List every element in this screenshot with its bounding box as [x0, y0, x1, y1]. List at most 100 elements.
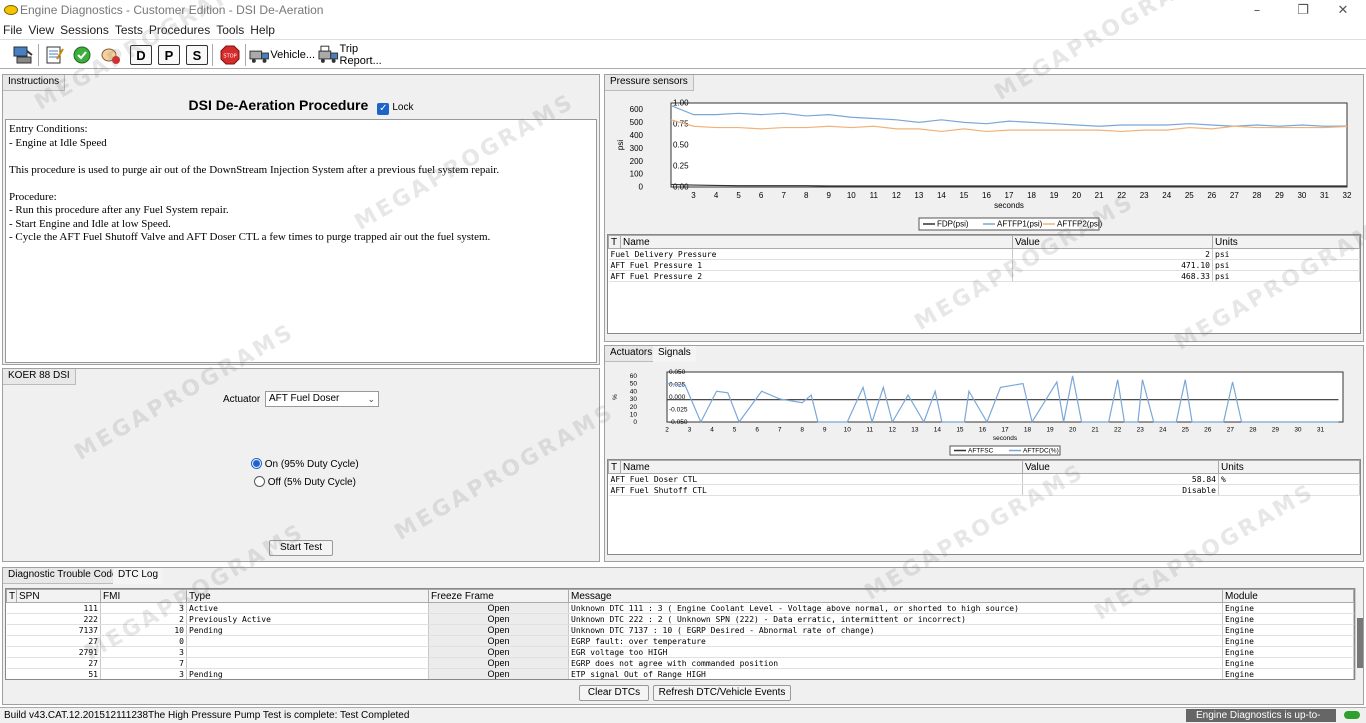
- name-column-header[interactable]: Name: [620, 460, 1023, 474]
- table-row[interactable]: AFT Fuel Pressure 1 471.10 psi: [608, 259, 1360, 271]
- table-row[interactable]: AFT Fuel Doser CTL 58.84%: [608, 473, 1360, 485]
- freeze-frame-open-button[interactable]: Open: [428, 635, 569, 647]
- lock-checkbox[interactable]: ✓: [377, 103, 390, 115]
- x-tick-label: 17: [1005, 191, 1014, 200]
- hand-stop-button[interactable]: [98, 43, 124, 67]
- notes-button[interactable]: [42, 43, 66, 67]
- dtc-message: Unknown DTC 222 : 2 ( Unknown SPN (222) …: [568, 613, 1223, 625]
- row-name: AFT Fuel Doser CTL: [608, 473, 1023, 485]
- radio-on[interactable]: [251, 458, 262, 469]
- close-button[interactable]: ✕: [1328, 2, 1358, 20]
- units-column-header[interactable]: Units: [1212, 235, 1360, 249]
- filter-column-header[interactable]: T: [608, 235, 621, 249]
- tab-instructions[interactable]: Instructions: [3, 75, 66, 91]
- dtc-scrollbar-thumb[interactable]: [1357, 618, 1363, 668]
- menu-view[interactable]: View: [25, 22, 57, 38]
- connect-button[interactable]: [10, 43, 36, 67]
- table-row[interactable]: AFT Fuel Pressure 2 468.33 psi: [608, 270, 1360, 282]
- row-value: 471.10: [1012, 259, 1213, 271]
- freeze-frame-open-button[interactable]: Open: [428, 657, 569, 669]
- freeze-frame-column-header[interactable]: Freeze Frame: [428, 589, 569, 603]
- instruction-line: This procedure is used to purge air out …: [9, 163, 500, 176]
- p-button[interactable]: P: [158, 45, 180, 65]
- table-row[interactable]: 51 3 Pending Open ETP signal Out of Range HI…: [6, 668, 1354, 679]
- x-tick-label: 12: [889, 427, 897, 434]
- legend-label: AFTFSC: [968, 448, 994, 455]
- radio-on-row[interactable]: On (95% Duty Cycle): [251, 458, 359, 470]
- legend-label: AFTFDC(%): [1023, 448, 1059, 455]
- dtc-table-header: T SPN FMI Type Freeze Frame Message Modu…: [6, 589, 1354, 603]
- instruction-line: - Cycle the AFT Fuel Shutoff Valve and A…: [9, 231, 491, 243]
- restore-button[interactable]: ❐: [1288, 2, 1318, 20]
- tab-diagnostic-trouble-codes[interactable]: Diagnostic Trouble Codes: [3, 568, 129, 584]
- tab-dtc-log[interactable]: DTC Log: [113, 568, 164, 584]
- filter-column-header[interactable]: T: [608, 460, 621, 474]
- value-column-header[interactable]: Value: [1022, 460, 1219, 474]
- dtc-spn: 2791: [6, 646, 101, 658]
- dtc-fmi: 10: [100, 624, 187, 636]
- spn-column-header[interactable]: SPN: [16, 589, 101, 603]
- instruction-line: - Run this procedure after any Fuel Syst…: [9, 204, 229, 216]
- table-row[interactable]: 111 3 Active Open Unknown DTC 111 : 3 ( Engi…: [6, 602, 1354, 614]
- dtc-message: Unknown DTC 7137 : 10 ( EGRP Desired - A…: [568, 624, 1223, 636]
- type-column-header[interactable]: Type: [186, 589, 429, 603]
- table-row[interactable]: 222 2 Previously Active Open Unknown DTC 222…: [6, 613, 1354, 625]
- row-units: [1218, 484, 1360, 496]
- units-column-header[interactable]: Units: [1218, 460, 1360, 474]
- actuator-select[interactable]: AFT Fuel Doser ⌄: [265, 391, 379, 407]
- s-button[interactable]: S: [186, 45, 208, 65]
- dtc-module: Engine: [1222, 624, 1354, 636]
- filter-column-header[interactable]: T: [6, 589, 17, 603]
- freeze-frame-open-button[interactable]: Open: [428, 613, 569, 625]
- freeze-frame-open-button[interactable]: Open: [428, 668, 569, 679]
- name-column-header[interactable]: Name: [620, 235, 1013, 249]
- dtc-scrollbar[interactable]: [1355, 588, 1363, 680]
- tab-koer[interactable]: KOER 88 DSI: [3, 369, 76, 385]
- radio-off-row[interactable]: Off (5% Duty Cycle): [254, 476, 356, 488]
- row-value: 468.33: [1012, 270, 1213, 282]
- table-row[interactable]: 7137 10 Pending Open Unknown DTC 7137 : 10 (…: [6, 624, 1354, 636]
- tab-signals[interactable]: Signals: [653, 346, 696, 362]
- check-button[interactable]: [70, 43, 94, 67]
- tab-pressure-sensors[interactable]: Pressure sensors: [605, 75, 694, 91]
- freeze-frame-open-button[interactable]: Open: [428, 602, 569, 614]
- menu-tests[interactable]: Tests: [112, 22, 146, 38]
- actuators-panel: Actuators Signals 0 10 20 30 40 50 60 -0.050 -0.…: [604, 345, 1364, 562]
- minimize-button[interactable]: –: [1242, 2, 1272, 20]
- module-column-header[interactable]: Module: [1222, 589, 1354, 603]
- table-row[interactable]: Fuel Delivery Pressure 2 psi: [608, 248, 1360, 260]
- row-units: psi: [1212, 248, 1360, 260]
- table-row[interactable]: 27 7 Open EGRP does not agree with commande…: [6, 657, 1354, 669]
- tab-actuators[interactable]: Actuators: [605, 346, 659, 362]
- radio-off[interactable]: [254, 476, 265, 487]
- dtc-type: [186, 635, 429, 647]
- table-row[interactable]: 2791 3 Open EGR voltage too HIGH Engine: [6, 646, 1354, 658]
- start-test-button[interactable]: Start Test: [269, 540, 333, 556]
- message-column-header[interactable]: Message: [568, 589, 1223, 603]
- value-column-header[interactable]: Value: [1012, 235, 1213, 249]
- vehicle-button[interactable]: Vehicle...: [249, 43, 315, 67]
- table-row[interactable]: 27 0 Open EGRP fault: over temperature Engin…: [6, 635, 1354, 647]
- x-tick-label: 10: [844, 427, 852, 434]
- menu-help[interactable]: Help: [247, 22, 278, 38]
- fmi-column-header[interactable]: FMI: [100, 589, 187, 603]
- x-tick-label: 13: [914, 191, 923, 200]
- clear-dtcs-button[interactable]: Clear DTCs: [579, 685, 649, 701]
- toolbar-separator: [38, 44, 39, 66]
- menu-file[interactable]: File: [0, 22, 25, 38]
- x-tick-label: 14: [937, 191, 946, 200]
- menu-sessions[interactable]: Sessions: [57, 22, 112, 38]
- instruction-line: - Engine at Idle Speed: [9, 136, 107, 149]
- x-tick-label: 30: [1297, 191, 1306, 200]
- x-tick-label: 22: [1114, 427, 1122, 434]
- table-row[interactable]: AFT Fuel Shutoff CTL Disable: [608, 484, 1360, 496]
- refresh-dtc-button[interactable]: Refresh DTC/Vehicle Events: [653, 685, 791, 701]
- freeze-frame-open-button[interactable]: Open: [428, 624, 569, 636]
- stop-button[interactable]: STOP: [218, 43, 242, 67]
- d-button[interactable]: D: [130, 45, 152, 65]
- row-value: Disable: [1022, 484, 1219, 496]
- freeze-frame-open-button[interactable]: Open: [428, 646, 569, 658]
- menu-procedures[interactable]: Procedures: [146, 22, 213, 38]
- menu-tools[interactable]: Tools: [213, 22, 247, 38]
- trip-report-button[interactable]: Trip Report...: [318, 43, 402, 67]
